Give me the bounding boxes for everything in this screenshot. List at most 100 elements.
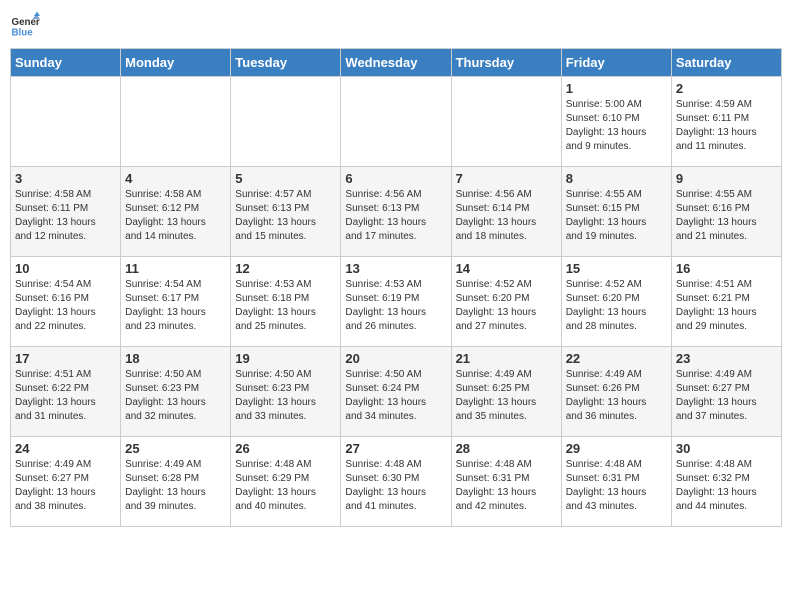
calendar-cell: 3 Sunrise: 4:58 AM Sunset: 6:11 PM Daylig… xyxy=(11,167,121,257)
calendar-cell xyxy=(341,77,451,167)
day-number: 20 xyxy=(345,351,446,366)
day-info: Sunrise: 4:59 AM Sunset: 6:11 PM Dayligh… xyxy=(676,98,777,154)
calendar-cell: 29 Sunrise: 4:48 AM Sunset: 6:31 PM Dayli… xyxy=(561,437,671,527)
day-info: Sunrise: 4:52 AM Sunset: 6:20 PM Dayligh… xyxy=(456,278,557,334)
day-info: Sunrise: 4:52 AM Sunset: 6:20 PM Dayligh… xyxy=(566,278,667,334)
calendar-cell: 4 Sunrise: 4:58 AM Sunset: 6:12 PM Daylig… xyxy=(121,167,231,257)
calendar-cell: 6 Sunrise: 4:56 AM Sunset: 6:13 PM Daylig… xyxy=(341,167,451,257)
calendar-cell: 2 Sunrise: 4:59 AM Sunset: 6:11 PM Daylig… xyxy=(671,77,781,167)
logo-icon: General Blue xyxy=(10,10,40,40)
weekday-header-sunday: Sunday xyxy=(11,49,121,77)
day-info: Sunrise: 4:50 AM Sunset: 6:24 PM Dayligh… xyxy=(345,368,446,424)
calendar-cell: 25Sunrise: 4:49 AM Sunset: 6:28 PM Dayli… xyxy=(121,437,231,527)
calendar-cell xyxy=(121,77,231,167)
day-number: 7 xyxy=(456,171,557,186)
day-info: Sunrise: 4:50 AM Sunset: 6:23 PM Dayligh… xyxy=(235,368,336,424)
calendar-cell: 16 Sunrise: 4:51 AM Sunset: 6:21 PM Dayli… xyxy=(671,257,781,347)
weekday-header-thursday: Thursday xyxy=(451,49,561,77)
calendar-table: SundayMondayTuesdayWednesdayThursdayFrid… xyxy=(10,48,782,527)
calendar-cell: 19 Sunrise: 4:50 AM Sunset: 6:23 PM Dayli… xyxy=(231,347,341,437)
calendar-header-row: SundayMondayTuesdayWednesdayThursdayFrid… xyxy=(11,49,782,77)
day-info: Sunrise: 4:48 AM Sunset: 6:31 PM Dayligh… xyxy=(456,458,557,514)
day-info: Sunrise: 4:48 AM Sunset: 6:31 PM Dayligh… xyxy=(566,458,667,514)
day-number: 19 xyxy=(235,351,336,366)
day-number: 5 xyxy=(235,171,336,186)
day-number: 23 xyxy=(676,351,777,366)
day-number: 2 xyxy=(676,81,777,96)
calendar-cell: 12Sunrise: 4:53 AM Sunset: 6:18 PM Dayli… xyxy=(231,257,341,347)
calendar-week-row: 24 Sunrise: 4:49 AM Sunset: 6:27 PM Dayli… xyxy=(11,437,782,527)
day-number: 14 xyxy=(456,261,557,276)
day-number: 9 xyxy=(676,171,777,186)
calendar-cell: 24 Sunrise: 4:49 AM Sunset: 6:27 PM Dayli… xyxy=(11,437,121,527)
day-info: Sunrise: 4:56 AM Sunset: 6:13 PM Dayligh… xyxy=(345,188,446,244)
day-info: Sunrise: 4:50 AM Sunset: 6:23 PM Dayligh… xyxy=(125,368,226,424)
day-number: 17 xyxy=(15,351,116,366)
day-number: 12 xyxy=(235,261,336,276)
svg-text:Blue: Blue xyxy=(12,28,34,39)
day-info: Sunrise: 4:49 AM Sunset: 6:27 PM Dayligh… xyxy=(676,368,777,424)
calendar-week-row: 10 Sunrise: 4:54 AM Sunset: 6:16 PM Dayli… xyxy=(11,257,782,347)
day-number: 27 xyxy=(345,441,446,456)
day-number: 16 xyxy=(676,261,777,276)
calendar-cell: 28 Sunrise: 4:48 AM Sunset: 6:31 PM Dayli… xyxy=(451,437,561,527)
calendar-cell: 20 Sunrise: 4:50 AM Sunset: 6:24 PM Dayli… xyxy=(341,347,451,437)
weekday-header-wednesday: Wednesday xyxy=(341,49,451,77)
day-info: Sunrise: 4:48 AM Sunset: 6:29 PM Dayligh… xyxy=(235,458,336,514)
day-number: 30 xyxy=(676,441,777,456)
calendar-cell xyxy=(231,77,341,167)
weekday-header-tuesday: Tuesday xyxy=(231,49,341,77)
day-info: Sunrise: 4:49 AM Sunset: 6:26 PM Dayligh… xyxy=(566,368,667,424)
day-number: 8 xyxy=(566,171,667,186)
day-info: Sunrise: 4:54 AM Sunset: 6:16 PM Dayligh… xyxy=(15,278,116,334)
calendar-cell: 26Sunrise: 4:48 AM Sunset: 6:29 PM Dayli… xyxy=(231,437,341,527)
calendar-cell: 1 Sunrise: 5:00 AM Sunset: 6:10 PM Daylig… xyxy=(561,77,671,167)
day-info: Sunrise: 4:53 AM Sunset: 6:19 PM Dayligh… xyxy=(345,278,446,334)
day-number: 15 xyxy=(566,261,667,276)
calendar-cell: 9 Sunrise: 4:55 AM Sunset: 6:16 PM Daylig… xyxy=(671,167,781,257)
day-info: Sunrise: 4:49 AM Sunset: 6:25 PM Dayligh… xyxy=(456,368,557,424)
day-number: 22 xyxy=(566,351,667,366)
day-number: 21 xyxy=(456,351,557,366)
day-number: 3 xyxy=(15,171,116,186)
day-info: Sunrise: 4:51 AM Sunset: 6:22 PM Dayligh… xyxy=(15,368,116,424)
day-info: Sunrise: 4:55 AM Sunset: 6:16 PM Dayligh… xyxy=(676,188,777,244)
calendar-cell: 13 Sunrise: 4:53 AM Sunset: 6:19 PM Dayli… xyxy=(341,257,451,347)
calendar-cell: 5Sunrise: 4:57 AM Sunset: 6:13 PM Daylig… xyxy=(231,167,341,257)
calendar-cell: 15 Sunrise: 4:52 AM Sunset: 6:20 PM Dayli… xyxy=(561,257,671,347)
day-number: 11 xyxy=(125,261,226,276)
calendar-cell: 7 Sunrise: 4:56 AM Sunset: 6:14 PM Daylig… xyxy=(451,167,561,257)
day-info: Sunrise: 4:58 AM Sunset: 6:12 PM Dayligh… xyxy=(125,188,226,244)
day-number: 24 xyxy=(15,441,116,456)
day-info: Sunrise: 4:48 AM Sunset: 6:32 PM Dayligh… xyxy=(676,458,777,514)
calendar-cell: 18 Sunrise: 4:50 AM Sunset: 6:23 PM Dayli… xyxy=(121,347,231,437)
calendar-cell: 10 Sunrise: 4:54 AM Sunset: 6:16 PM Dayli… xyxy=(11,257,121,347)
day-info: Sunrise: 5:00 AM Sunset: 6:10 PM Dayligh… xyxy=(566,98,667,154)
day-number: 13 xyxy=(345,261,446,276)
day-info: Sunrise: 4:49 AM Sunset: 6:27 PM Dayligh… xyxy=(15,458,116,514)
day-info: Sunrise: 4:48 AM Sunset: 6:30 PM Dayligh… xyxy=(345,458,446,514)
day-number: 18 xyxy=(125,351,226,366)
day-number: 29 xyxy=(566,441,667,456)
day-number: 6 xyxy=(345,171,446,186)
weekday-header-monday: Monday xyxy=(121,49,231,77)
calendar-cell: 17 Sunrise: 4:51 AM Sunset: 6:22 PM Dayli… xyxy=(11,347,121,437)
calendar-week-row: 1 Sunrise: 5:00 AM Sunset: 6:10 PM Daylig… xyxy=(11,77,782,167)
page-header: General Blue xyxy=(10,10,782,40)
calendar-cell: 22 Sunrise: 4:49 AM Sunset: 6:26 PM Dayli… xyxy=(561,347,671,437)
day-number: 25 xyxy=(125,441,226,456)
day-info: Sunrise: 4:55 AM Sunset: 6:15 PM Dayligh… xyxy=(566,188,667,244)
day-number: 28 xyxy=(456,441,557,456)
weekday-header-saturday: Saturday xyxy=(671,49,781,77)
calendar-cell: 8 Sunrise: 4:55 AM Sunset: 6:15 PM Daylig… xyxy=(561,167,671,257)
day-number: 4 xyxy=(125,171,226,186)
day-info: Sunrise: 4:56 AM Sunset: 6:14 PM Dayligh… xyxy=(456,188,557,244)
calendar-cell xyxy=(451,77,561,167)
day-info: Sunrise: 4:51 AM Sunset: 6:21 PM Dayligh… xyxy=(676,278,777,334)
day-number: 10 xyxy=(15,261,116,276)
calendar-week-row: 3 Sunrise: 4:58 AM Sunset: 6:11 PM Daylig… xyxy=(11,167,782,257)
day-info: Sunrise: 4:58 AM Sunset: 6:11 PM Dayligh… xyxy=(15,188,116,244)
calendar-cell: 11 Sunrise: 4:54 AM Sunset: 6:17 PM Dayli… xyxy=(121,257,231,347)
day-number: 1 xyxy=(566,81,667,96)
day-info: Sunrise: 4:54 AM Sunset: 6:17 PM Dayligh… xyxy=(125,278,226,334)
